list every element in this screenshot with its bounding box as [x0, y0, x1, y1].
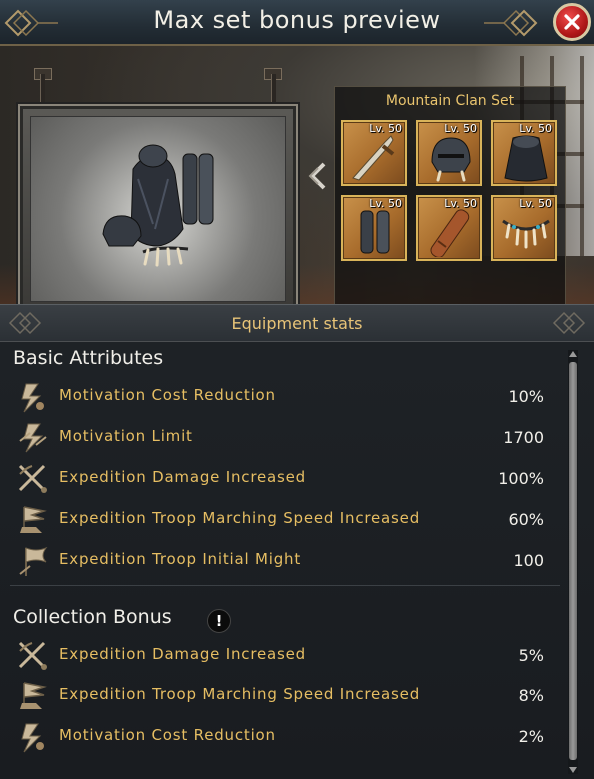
boot-flag-icon	[20, 506, 47, 533]
section-header-label: Equipment stats	[231, 314, 363, 333]
stat-name: Expedition Troop Marching Speed Increase…	[59, 509, 421, 527]
stat-name: Motivation Cost Reduction	[59, 386, 276, 404]
stat-value: 100	[513, 551, 544, 570]
helmet-icon	[431, 137, 471, 182]
stat-row: Expedition Troop Marching Speed Increase…	[0, 501, 560, 541]
collection-bonus-title: Collection Bonus	[13, 606, 172, 628]
scrollbar-thumb[interactable]	[569, 362, 577, 760]
set-name: Mountain Clan Set	[385, 93, 515, 109]
ornament-right-icon	[484, 9, 538, 37]
stat-name: Expedition Troop Initial Might	[59, 550, 302, 568]
set-showcase	[30, 116, 286, 302]
stat-row: Expedition Damage Increased 100%	[0, 460, 560, 500]
close-icon	[564, 14, 580, 30]
stat-row: Motivation Cost Reduction 10%	[0, 378, 560, 418]
boot-flag-icon	[20, 682, 47, 709]
motivation-limit-icon	[19, 423, 47, 453]
stat-row: Motivation Limit 1700	[0, 419, 560, 459]
stat-row: Motivation Cost Reduction 2%	[0, 718, 560, 758]
equipment-slot-helmet[interactable]: Lv. 50	[416, 120, 482, 186]
equipment-slot-cape[interactable]: Lv. 50	[491, 120, 557, 186]
motivation-cost-icon	[21, 723, 44, 753]
stat-value: 60%	[508, 510, 544, 529]
scroll-up-arrow-icon[interactable]	[569, 350, 577, 358]
crossed-swords-icon	[18, 641, 47, 670]
stat-value: 1700	[503, 428, 544, 447]
stat-value: 8%	[518, 686, 544, 705]
stat-row: Expedition Troop Initial Might 100	[0, 542, 560, 582]
stat-name: Expedition Damage Increased	[59, 645, 306, 663]
close-button[interactable]	[553, 3, 591, 41]
stat-name: Expedition Damage Increased	[59, 468, 306, 486]
greaves-icon	[360, 210, 390, 254]
previous-set-arrow-icon[interactable]	[306, 162, 328, 190]
stat-value: 100%	[498, 469, 544, 488]
motivation-cost-icon	[21, 383, 44, 413]
scroll-case-icon	[430, 209, 470, 257]
scroll-down-arrow-icon[interactable]	[569, 766, 577, 774]
section-divider	[10, 585, 560, 586]
banner-icon	[19, 546, 48, 576]
dagger-icon	[352, 135, 395, 181]
hanging-display-frame	[18, 68, 298, 304]
title-bar: Max set bonus preview	[0, 0, 594, 46]
equipment-slot-claw-necklace[interactable]: Lv. 50	[491, 195, 557, 261]
stat-row: Expedition Damage Increased 5%	[0, 637, 560, 677]
stat-row: Expedition Troop Marching Speed Increase…	[0, 677, 560, 717]
armor-set-illustration	[102, 144, 214, 267]
equipment-slot-scroll-case[interactable]: Lv. 50	[416, 195, 482, 261]
equipment-slot-dagger[interactable]: Lv. 50	[341, 120, 407, 186]
set-items-panel: Mountain Clan Set Lv. 50 Lv. 50 Lv. 50 L…	[334, 86, 566, 304]
stat-name: Motivation Cost Reduction	[59, 726, 276, 744]
cape-icon	[504, 135, 548, 182]
stat-value: 2%	[518, 727, 544, 746]
basic-attributes-title: Basic Attributes	[13, 347, 164, 369]
crossed-swords-icon	[18, 464, 47, 493]
stat-value: 5%	[518, 646, 544, 665]
info-icon[interactable]: !	[207, 609, 231, 633]
stats-list[interactable]: Basic Attributes Motivation Cost Reducti…	[0, 342, 594, 779]
set-preview-area: Mountain Clan Set Lv. 50 Lv. 50 Lv. 50 L…	[0, 46, 594, 304]
ornament-right-icon	[552, 311, 586, 335]
scrollbar[interactable]	[568, 350, 578, 774]
claw-necklace-icon	[502, 219, 550, 249]
stat-name: Motivation Limit	[59, 427, 193, 445]
stat-value: 10%	[508, 387, 544, 406]
equipment-slot-greaves[interactable]: Lv. 50	[341, 195, 407, 261]
equipment-stats-header: Equipment stats	[0, 304, 594, 342]
stat-name: Expedition Troop Marching Speed Increase…	[59, 685, 421, 703]
